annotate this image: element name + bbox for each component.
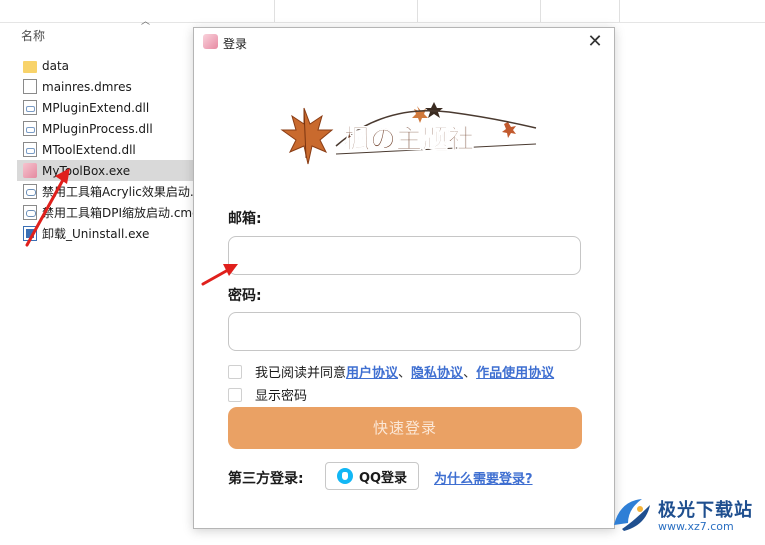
email-label: 邮箱: — [228, 211, 262, 227]
column-separator — [540, 0, 541, 22]
password-label: 密码: — [228, 288, 262, 304]
show-password-label: 显示密码 — [255, 389, 308, 404]
file-row-disable-acrylic[interactable]: 禁用工具箱Acrylic效果启动.cmd — [17, 181, 195, 202]
explorer-toolbar-strip — [0, 0, 765, 23]
file-row-disable-dpi[interactable]: 禁用工具箱DPI缩放启动.cmd — [17, 202, 195, 223]
qq-login-button[interactable]: QQ登录 — [325, 462, 419, 490]
privacy-agreement-link[interactable]: 隐私协议 — [411, 362, 463, 381]
folder-icon — [23, 60, 37, 73]
show-password-checkbox[interactable] — [228, 387, 242, 402]
sort-ascending-icon[interactable]: ︿ — [141, 14, 150, 27]
quick-login-button[interactable]: 快速登录 — [228, 407, 582, 449]
column-header-name[interactable]: 名称 — [21, 27, 45, 44]
third-party-login-label: 第三方登录: — [228, 471, 304, 487]
agreement-row: 我已阅读并同意 用户协议 、 隐私协议 、 作品使用协议 — [228, 362, 554, 381]
show-password-row: 显示密码 — [228, 385, 307, 404]
qq-login-label: QQ登录 — [358, 470, 408, 486]
file-row-mainres[interactable]: mainres.dmres — [17, 76, 195, 97]
agreement-checkbox[interactable] — [228, 364, 242, 379]
cmd-script-icon — [23, 184, 37, 199]
file-row-data[interactable]: data — [17, 55, 195, 76]
password-input[interactable] — [228, 312, 581, 351]
separator: 、 — [463, 366, 477, 381]
file-row-mpluginextend[interactable]: MPluginExtend.dll — [17, 97, 195, 118]
column-separator — [417, 0, 418, 22]
separator: 、 — [398, 366, 412, 381]
file-row-mytoolbox[interactable]: MyToolBox.exe — [17, 160, 195, 181]
file-name: MToolExtend.dll — [42, 142, 136, 157]
watermark-logo-icon — [614, 499, 650, 531]
file-name: MyToolBox.exe — [42, 163, 131, 178]
logo-text: 楓の主题社 — [344, 124, 474, 155]
dll-file-icon — [23, 121, 37, 136]
cmd-script-icon — [23, 205, 37, 220]
user-agreement-link[interactable]: 用户协议 — [346, 362, 398, 381]
document-icon — [23, 79, 37, 94]
dialog-title: 登录 — [223, 37, 248, 51]
maple-theme-logo: 楓の主题社 — [280, 102, 537, 165]
email-input[interactable] — [228, 236, 581, 275]
file-row-mpluginprocess[interactable]: MPluginProcess.dll — [17, 118, 195, 139]
file-row-mtoolextend[interactable]: MToolExtend.dll — [17, 139, 195, 160]
agreement-text: 我已阅读并同意 — [255, 366, 347, 381]
app-logo-icon — [203, 34, 218, 49]
why-login-link[interactable]: 为什么需要登录? — [434, 468, 533, 487]
watermark-title: 极光下载站 — [658, 499, 753, 521]
file-name: MPluginProcess.dll — [42, 121, 153, 136]
file-name: 禁用工具箱Acrylic效果启动.cmd — [42, 185, 195, 199]
file-row-uninstall[interactable]: 卸载_Uninstall.exe — [17, 223, 195, 244]
watermark: 极光下载站 www.xz7.com — [610, 495, 753, 533]
app-exe-icon — [23, 163, 37, 178]
file-name: mainres.dmres — [42, 79, 132, 94]
login-dialog: 登录 ✕ 楓の主题社 邮箱: 密码: 我已阅读并同意 用户协议 、 隐私协议 、… — [193, 27, 615, 529]
qq-icon — [336, 468, 353, 484]
column-separator — [274, 0, 275, 22]
file-name: 卸载_Uninstall.exe — [42, 227, 150, 241]
file-name: data — [42, 58, 70, 73]
uninstall-icon — [23, 226, 37, 241]
dll-file-icon — [23, 100, 37, 115]
file-name: MPluginExtend.dll — [42, 100, 150, 115]
column-separator — [619, 0, 620, 22]
file-list: data mainres.dmres MPluginExtend.dll MPl… — [17, 55, 195, 244]
works-agreement-link[interactable]: 作品使用协议 — [476, 362, 554, 381]
dll-file-icon — [23, 142, 37, 157]
close-button[interactable]: ✕ — [584, 31, 606, 53]
file-name: 禁用工具箱DPI缩放启动.cmd — [42, 206, 195, 220]
